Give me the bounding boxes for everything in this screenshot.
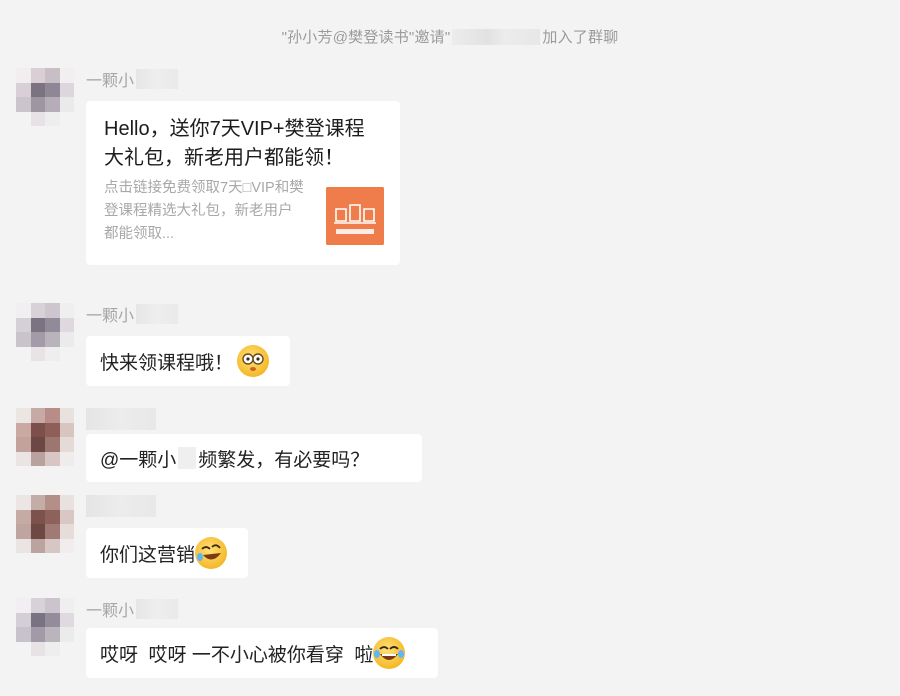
avatar[interactable] <box>16 408 74 466</box>
link-card-description: 点击链接免费领取7天□VIP和樊登课程精选大礼包，新老用户都能领取... <box>104 180 304 242</box>
message-text: 快来领课程哦！ <box>100 352 234 374</box>
avatar[interactable] <box>16 303 74 361</box>
avatar[interactable] <box>16 68 74 126</box>
message-text: 你们这营销 <box>100 544 196 566</box>
card-thumbnail-logo <box>326 187 384 245</box>
sender-name-text: 一颗小 <box>86 603 135 620</box>
sender-name-redacted <box>86 408 156 430</box>
avatar[interactable] <box>16 495 74 553</box>
message-text: 哎呀 哎呀 一不小心被你看穿 啦 <box>100 644 374 666</box>
sender-name: 一颗小 <box>86 598 179 620</box>
sender-name-redacted <box>86 495 156 517</box>
sender-name: 一颗小 <box>86 68 179 90</box>
thinking-face-emoji <box>237 345 270 377</box>
link-card[interactable]: Hello，送你7天VIP+樊登课程大礼包，新老用户都能领！ 点击链接免费领取7… <box>86 101 400 265</box>
message-bubble[interactable]: @一颗小 频繁发，有必要吗？ <box>86 434 422 482</box>
system-notice-prefix: "孙小芳@樊登读书"邀请" <box>281 29 451 46</box>
sender-name: 一颗小 <box>86 303 179 325</box>
rofl-emoji <box>195 537 228 569</box>
message-bubble[interactable]: 哎呀 哎呀 一不小心被你看穿 啦 <box>86 628 438 678</box>
system-notice: "孙小芳@樊登读书"邀请" 加入了群聊 <box>0 26 900 47</box>
redacted-text <box>178 447 197 469</box>
message-bubble[interactable]: 你们这营销 <box>86 528 248 578</box>
link-card-title: Hello，送你7天VIP+樊登课程大礼包，新老用户都能领！ <box>104 118 365 169</box>
sender-name-text: 一颗小 <box>86 73 135 90</box>
sender-name-text: 一颗小 <box>86 308 135 325</box>
avatar[interactable] <box>16 598 74 656</box>
message-text: 频繁发，有必要吗？ <box>198 449 370 471</box>
mention-text: @一颗小 <box>100 449 177 471</box>
message-bubble[interactable]: 快来领课程哦！ <box>86 336 290 386</box>
redacted-name <box>452 29 541 45</box>
system-notice-suffix: 加入了群聊 <box>542 29 619 46</box>
laughing-tears-emoji <box>373 637 406 669</box>
